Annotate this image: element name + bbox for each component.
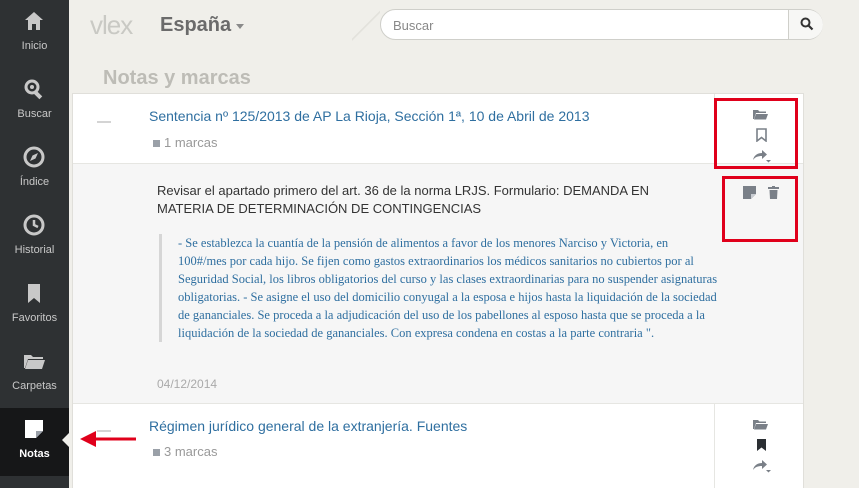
compass-icon [23, 146, 45, 168]
document-actions [714, 404, 803, 488]
bookmark-icon [28, 284, 40, 303]
folder-icon [24, 355, 45, 369]
collapse-handle[interactable] [97, 121, 111, 123]
sidebar-item-label: Carpetas [12, 380, 57, 392]
note-date: 04/12/2014 [157, 377, 218, 391]
sidebar: Inicio Buscar Índice Historial Favoritos… [0, 0, 69, 488]
sidebar-item-buscar[interactable]: Buscar [0, 68, 69, 136]
share-icon[interactable] [752, 459, 772, 473]
sidebar-item-favoritos[interactable]: Favoritos [0, 272, 69, 340]
highlighted-quote: - Se establezca la cuantía de la pensión… [159, 234, 719, 342]
marks-count: 3 marcas [153, 444, 217, 459]
sidebar-item-label: Índice [19, 176, 50, 188]
vlex-logo[interactable]: vlex [90, 10, 133, 41]
note-icon [153, 140, 160, 147]
document-title-link[interactable]: Régimen jurídico general de la extranjer… [149, 418, 467, 434]
sidebar-item-carpetas[interactable]: Carpetas [0, 340, 69, 408]
note-item: Revisar el apartado primero del art. 36 … [73, 164, 803, 404]
active-indicator [62, 432, 70, 448]
sidebar-item-inicio[interactable]: Inicio [0, 0, 69, 68]
document-row: Régimen jurídico general de la extranjer… [73, 404, 803, 488]
sidebar-item-label: Notas [19, 448, 50, 460]
sidebar-item-label: Inicio [21, 40, 48, 52]
annotation-highlight-box [722, 176, 798, 242]
document-title-link[interactable]: Sentencia nº 125/2013 de AP La Rioja, Se… [149, 108, 589, 124]
chevron-down-icon[interactable] [236, 24, 244, 29]
home-icon [25, 12, 43, 30]
search-gear-icon [24, 79, 43, 100]
search-box [380, 9, 823, 40]
note-icon [153, 449, 160, 456]
sidebar-item-notas[interactable]: Notas [0, 408, 69, 476]
notes-panel: Sentencia nº 125/2013 de AP La Rioja, Se… [72, 93, 804, 488]
bookmark-filled-icon[interactable] [756, 438, 767, 452]
annotation-highlight-box [714, 98, 798, 169]
marks-count: 1 marcas [153, 135, 217, 150]
header-divider [352, 0, 380, 50]
sidebar-item-label: Historial [14, 244, 55, 256]
folder-icon[interactable] [753, 418, 768, 430]
sidebar-item-label: Buscar [17, 108, 52, 120]
sidebar-item-label: Favoritos [11, 312, 58, 324]
search-icon [800, 17, 814, 31]
search-button[interactable] [788, 10, 823, 39]
search-input[interactable] [393, 16, 773, 34]
document-row: Sentencia nº 125/2013 de AP La Rioja, Se… [73, 94, 803, 164]
annotation-arrow-icon [80, 431, 136, 447]
page-title: Notas y marcas [103, 67, 251, 89]
country-selector[interactable]: España [160, 14, 231, 37]
note-text: Revisar el apartado primero del art. 36 … [157, 183, 650, 216]
note-icon [25, 420, 43, 438]
sidebar-item-indice[interactable]: Índice [0, 136, 69, 204]
history-icon [23, 214, 45, 236]
sidebar-item-historial[interactable]: Historial [0, 204, 69, 272]
